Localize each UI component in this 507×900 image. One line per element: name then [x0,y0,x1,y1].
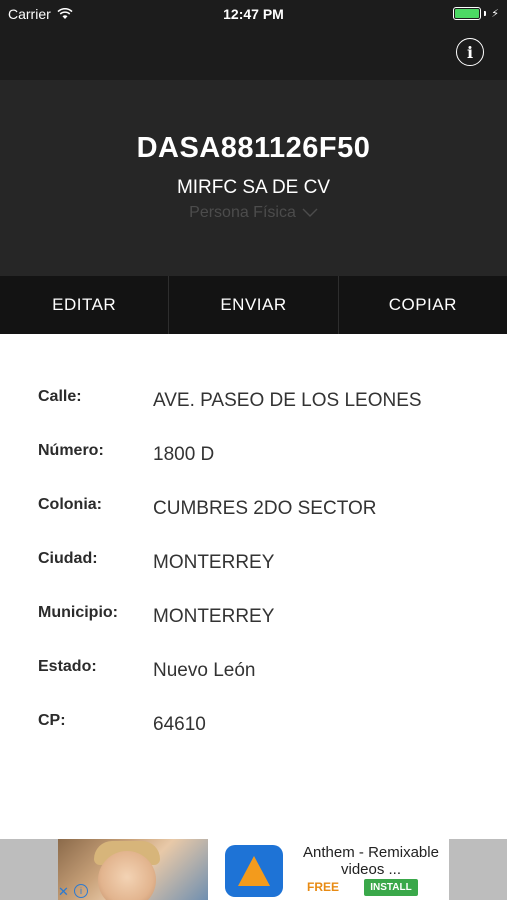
copy-button[interactable]: COPIAR [337,276,507,334]
edit-button[interactable]: EDITAR [0,276,168,334]
detail-value: MONTERREY [153,552,275,573]
detail-value: 1800 D [153,444,215,465]
detail-label: Ciudad: [38,550,98,567]
detail-row-estado: Estado: Nuevo León [0,656,507,686]
detail-value: MONTERREY [153,606,275,627]
ad-photo-face [98,851,156,900]
detail-value: CUMBRES 2DO SECTOR [153,498,377,519]
profile-header: DASA881126F50 MIRFC SA DE CV Persona Fís… [0,80,507,276]
rfc-title: DASA881126F50 [136,132,371,164]
detail-row-municipio: Municipio: MONTERREY [0,602,507,632]
info-icon[interactable]: i [456,38,484,66]
detail-label: Número: [38,442,104,459]
detail-row-calle: Calle: AVE. PASEO DE LOS LEONES [0,386,507,416]
detail-value: AVE. PASEO DE LOS LEONES [153,390,422,411]
battery-icon [453,7,482,20]
ad-app-icon [225,845,283,897]
detail-row-ciudad: Ciudad: MONTERREY [0,548,507,578]
address-details: Calle: AVE. PASEO DE LOS LEONES Número: … [0,334,507,839]
action-bar: EDITAR ENVIAR COPIAR [0,276,507,334]
status-time: 12:47 PM [223,6,284,22]
detail-label: Municipio: [38,604,118,621]
ad-title: Anthem - Remixable videos ... [303,844,439,878]
detail-row-numero: Número: 1800 D [0,440,507,470]
ad-banner[interactable]: Anthem - Remixable videos ... FREE INSTA… [0,839,507,900]
chevron-down-icon [302,208,318,217]
battery-indicator: ⚡︎ [453,7,499,20]
charging-bolt-icon: ⚡︎ [491,8,499,20]
detail-label: CP: [38,712,66,729]
detail-label: Colonia: [38,496,102,513]
send-button[interactable]: ENVIAR [168,276,337,334]
detail-row-cp: CP: 64610 [0,710,507,740]
persona-type-label: Persona Física [189,204,296,221]
ad-price: FREE [307,880,340,894]
navigation-bar: i [0,28,507,80]
ad-info-icon[interactable]: i [74,884,88,898]
detail-label: Calle: [38,388,82,405]
ad-install-button[interactable]: INSTALL [364,879,418,896]
detail-label: Estado: [38,658,97,675]
persona-type-selector[interactable]: Persona Física [0,204,507,222]
battery-fill [455,9,480,18]
detail-value: 64610 [153,714,206,735]
detail-value: Nuevo León [153,660,256,681]
detail-row-colonia: Colonia: CUMBRES 2DO SECTOR [0,494,507,524]
company-name: MIRFC SA DE CV [176,177,331,198]
ad-content[interactable]: Anthem - Remixable videos ... FREE INSTA… [58,839,449,900]
status-bar: Carrier 12:47 PM ⚡︎ [0,0,507,28]
battery-tip [484,11,487,16]
ad-close-icon[interactable]: ✕ [58,884,69,900]
anthem-logo-icon [238,856,270,886]
